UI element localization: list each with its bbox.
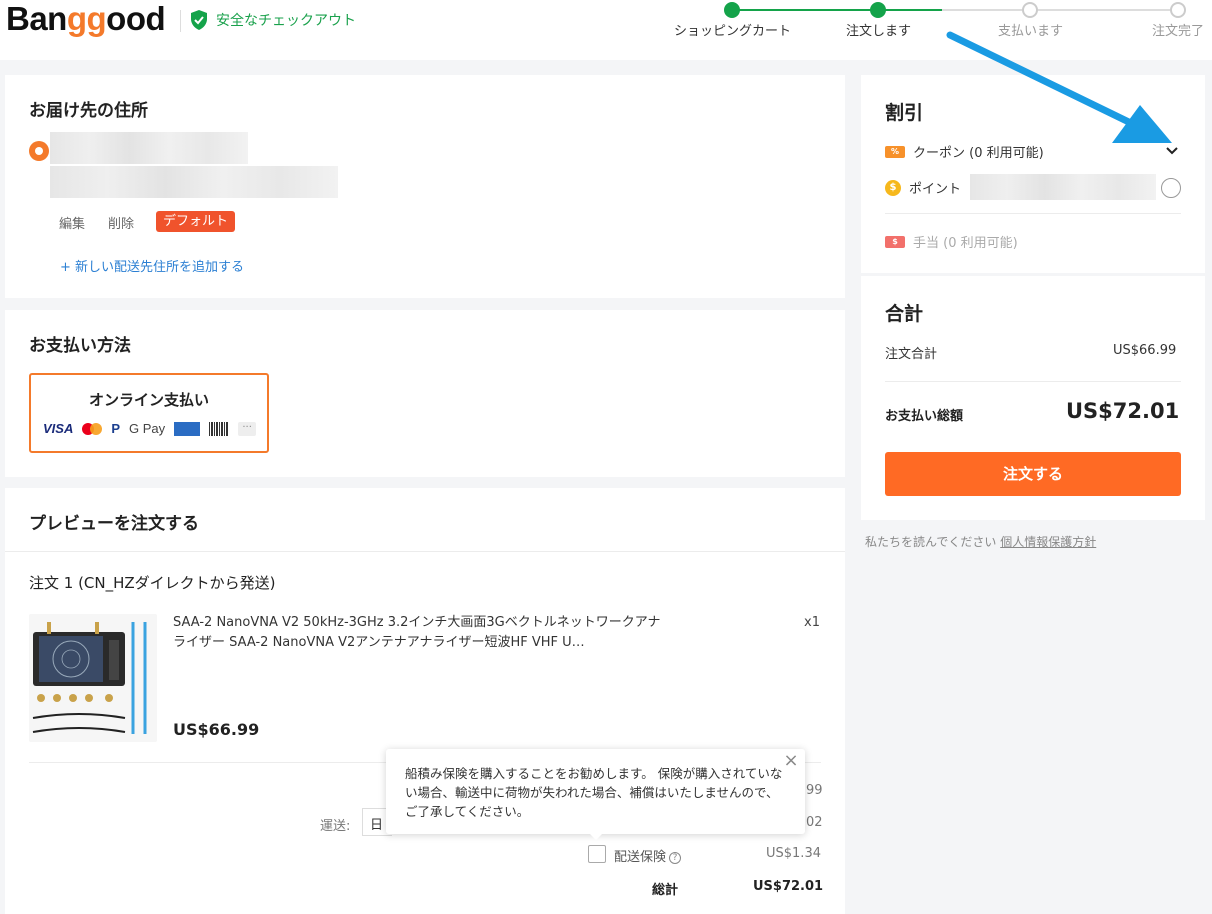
amex-icon: [174, 421, 201, 436]
grand-total-value: US$72.01: [1066, 399, 1180, 423]
progress-line-done: [732, 9, 878, 11]
insurance-price: US$1.34: [766, 846, 821, 861]
privacy-policy-link[interactable]: 個人情報保護方針: [1000, 535, 1096, 549]
add-new-address-link[interactable]: + 新しい配送先住所を追加する: [60, 256, 244, 275]
secure-checkout-label: 安全なチェックアウト: [216, 13, 356, 29]
address-name-redacted: [50, 132, 248, 164]
insurance-label: 配送保険?: [614, 846, 682, 865]
summary-title: 合計: [885, 303, 924, 325]
annotation-arrow-icon: [946, 31, 1172, 143]
allowance-label: 手当 (0 利用可能): [913, 236, 1018, 251]
coin-icon: $: [885, 179, 901, 196]
online-payment-label: オンライン支払い: [88, 391, 209, 409]
product-price: US$66.99: [173, 720, 260, 739]
product-thumbnail[interactable]: [29, 614, 157, 742]
visa-icon: VISA: [43, 421, 74, 436]
shield-check-icon: [191, 10, 207, 30]
mastercard-icon: [82, 422, 103, 435]
address-radio-selected[interactable]: [29, 141, 49, 161]
paypal-icon: P: [111, 421, 121, 436]
allowance-icon: $: [885, 235, 905, 248]
discount-title: 割引: [885, 102, 924, 124]
product-title-link[interactable]: SAA-2 NanoVNA V2 50kHz-3GHz 3.2インチ大画面3Gベ…: [173, 613, 673, 653]
place-order-button[interactable]: 注文する: [885, 452, 1181, 496]
tooltip-close-icon[interactable]: ×: [781, 751, 801, 771]
order-total-value: US$66.99: [1113, 343, 1177, 358]
help-icon[interactable]: ?: [669, 851, 682, 864]
step-dot-pay: [1022, 2, 1038, 18]
points-radio[interactable]: [1161, 178, 1181, 198]
online-payment-option[interactable]: オンライン支払い VISA P G Pay ···: [29, 373, 269, 453]
order-total-label: 注文合計: [885, 347, 938, 362]
header-divider: [180, 10, 181, 32]
delete-address-link[interactable]: 削除: [108, 213, 134, 232]
step-dot-complete: [1170, 2, 1186, 18]
progress-line-pending: [942, 9, 1178, 11]
order-group-label: 注文 1 (CN_HZダイレクトから発送): [29, 574, 276, 592]
shipping-price-partial: 02: [806, 815, 823, 830]
coupon-icon: %: [885, 145, 905, 158]
tooltip-arrow: [589, 833, 603, 840]
points-value-redacted: [970, 174, 1156, 200]
points-label: ポイント: [909, 182, 962, 197]
points-row: $ ポイント: [885, 178, 961, 197]
google-pay-icon: G Pay: [129, 421, 166, 436]
edit-address-link[interactable]: 編集: [59, 213, 85, 232]
step-label-cart: ショッピングカート: [674, 24, 792, 39]
more-methods-icon: ···: [238, 421, 257, 436]
preview-divider: [5, 551, 845, 552]
insurance-tooltip: 船積み保険を購入することをお勧めします。 保険が購入されていない場合、輸送中に荷…: [386, 749, 805, 840]
default-badge: デフォルト: [156, 211, 236, 232]
boleto-icon: [209, 421, 230, 436]
nanovna-image: [32, 622, 147, 734]
allowance-row: $ 手当 (0 利用可能): [885, 232, 1018, 251]
progress-line-current: [878, 9, 942, 11]
step-label-order: 注文します: [846, 24, 912, 39]
tooltip-text: 船積み保険を購入することをお勧めします。 保険が購入されていない場合、輸送中に荷…: [405, 766, 783, 819]
shipping-label: 運送:: [320, 819, 351, 834]
step-dot-cart: [724, 2, 740, 18]
secure-checkout: 安全なチェックアウト: [190, 10, 356, 30]
address-line-redacted: [50, 166, 338, 198]
address-title: お届け先の住所: [29, 101, 148, 121]
product-quantity: x1: [804, 615, 820, 630]
preview-title: プレビューを注文する: [29, 514, 199, 534]
step-dot-order: [870, 2, 886, 18]
payment-icons: VISA P G Pay ···: [43, 421, 257, 436]
insurance-checkbox[interactable]: [588, 845, 606, 863]
discount-divider: [885, 213, 1181, 214]
preview-total-label: 総計: [652, 883, 679, 898]
privacy-prefix: 私たちを読んでください: [865, 535, 997, 549]
subtotal-partial: 99: [806, 783, 823, 798]
summary-divider: [885, 381, 1181, 382]
preview-total-value: US$72.01: [753, 879, 824, 894]
grand-total-label: お支払い総額: [885, 409, 964, 424]
banggood-logo[interactable]: Banggood: [6, 0, 166, 38]
payment-title: お支払い方法: [29, 336, 131, 356]
privacy-notice: 私たちを読んでください 個人情報保護方針: [865, 533, 1096, 550]
